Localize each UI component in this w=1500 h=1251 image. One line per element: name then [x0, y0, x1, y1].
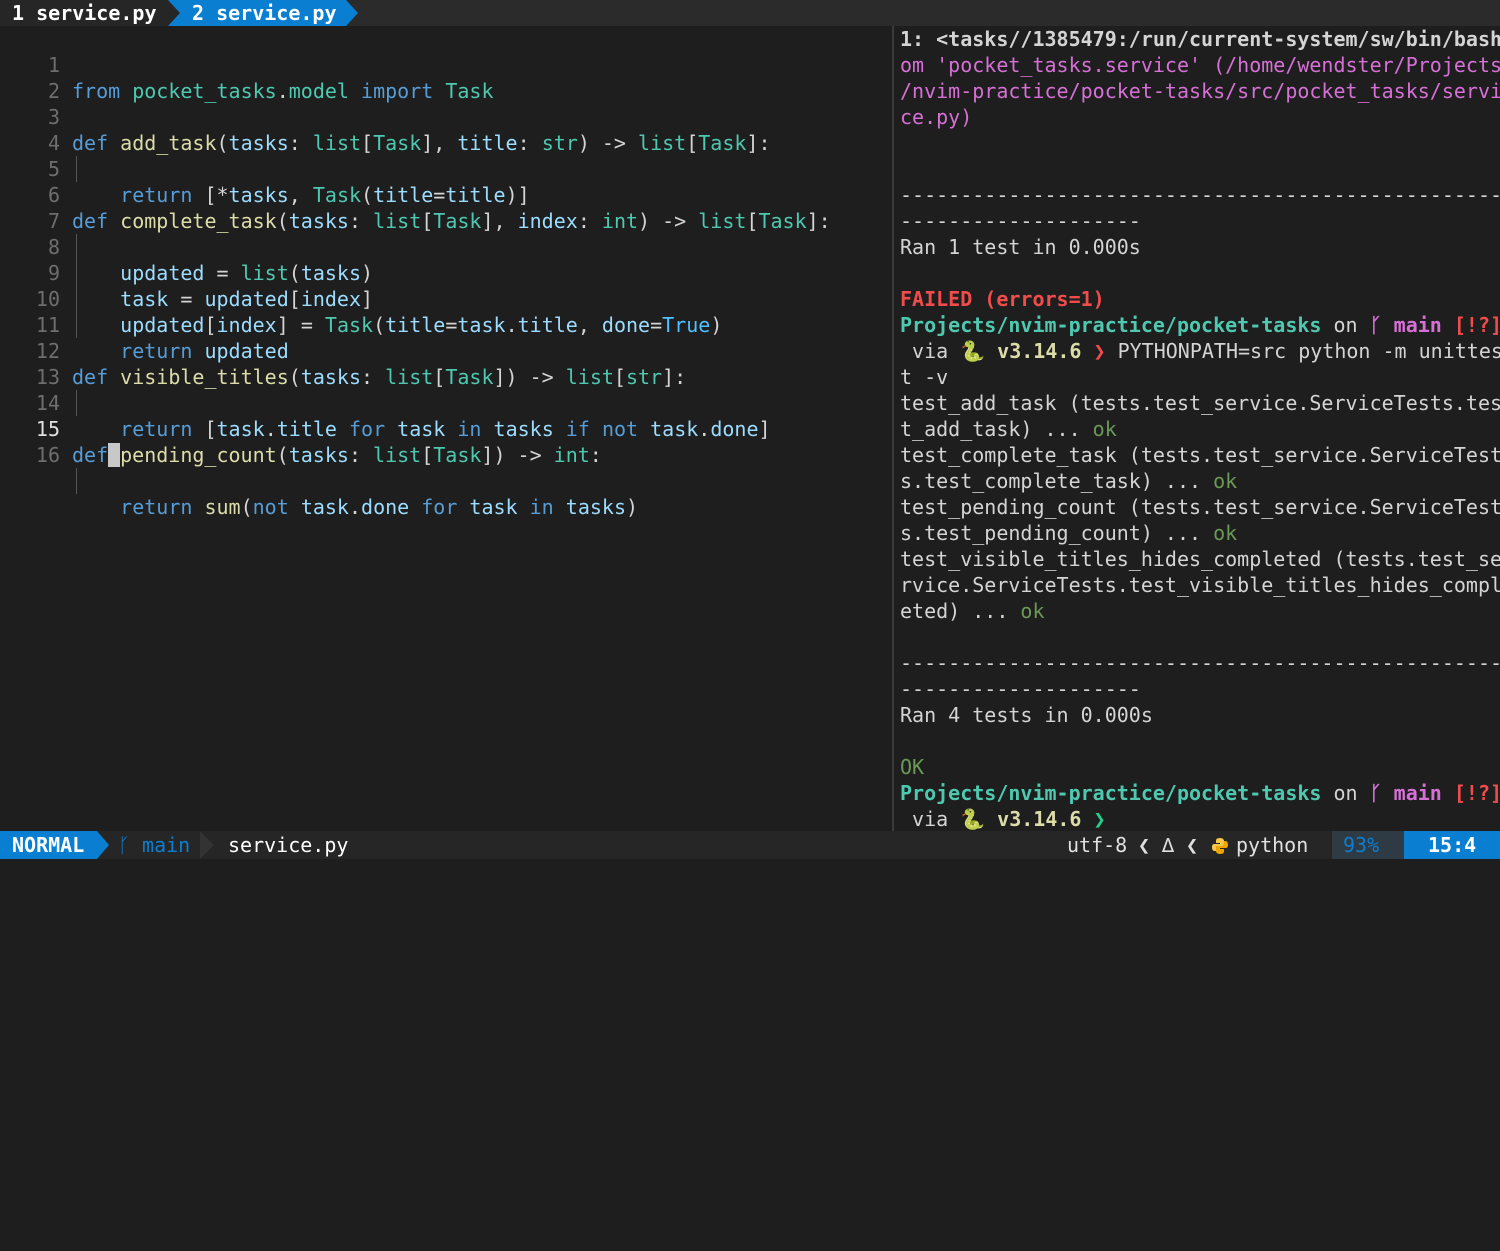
terminal-line: s.test_pending_count) ... ok	[900, 521, 1238, 545]
chevron-left-icon: ❮	[1138, 833, 1151, 857]
code-line[interactable]: 3 def add_task(tasks: list[Task], title:…	[0, 78, 771, 155]
indent-guide	[76, 156, 77, 182]
shell-prompt-command: via 🐍 v3.14.6 ❯	[900, 807, 1106, 831]
terminal-line: om 'pocket_tasks.service' (/home/wendste…	[900, 53, 1500, 77]
terminal-line: test_pending_count (tests.test_service.S…	[900, 495, 1500, 519]
cursor-position: 15:4	[1428, 833, 1477, 857]
terminal-title: 1: <tasks//1385479:/run/current-system/s…	[900, 27, 1500, 51]
terminal-separator: ----------------------------------------…	[900, 183, 1500, 207]
code-line[interactable]: 14	[0, 364, 60, 415]
terminal-line: test_visible_titles_hides_completed (tes…	[900, 547, 1500, 571]
code-line[interactable]: 4 return [*tasks, Task(title=title)]	[0, 104, 530, 207]
code-text: def complete_task(tasks: list[Task], ind…	[72, 209, 831, 233]
file-name: service.py	[228, 833, 349, 857]
terminal-pane[interactable]: 1: <tasks//1385479:/run/current-system/s…	[900, 26, 1500, 831]
indent-guide	[76, 286, 77, 312]
terminal-line: Ran 4 tests in 0.000s	[900, 703, 1153, 727]
code-line[interactable]: 8 task = updated[index]	[0, 208, 373, 311]
chevron-left-icon: ❮	[1186, 833, 1199, 857]
terminal-line: Ran 1 test in 0.000s	[900, 235, 1141, 259]
code-text: task = updated[index]	[120, 287, 374, 311]
terminal-line: t_add_task) ... ok	[900, 417, 1117, 441]
shell-prompt: Projects/nvim-practice/pocket-tasks on ᚴ…	[900, 313, 1500, 337]
code-line[interactable]: 9 updated[index] = Task(title=task.title…	[0, 234, 722, 337]
mode-indicator: NORMAL	[0, 831, 109, 859]
indent-guide	[76, 390, 77, 416]
statusline: NORMAL ᚴ main service.py utf-8 ❮ ∆ ❮ pyt…	[0, 831, 1500, 859]
code-text: return [*tasks, Task(title=title)]	[120, 183, 530, 207]
code-text: updated = list(tasks)	[120, 261, 374, 285]
terminal-separator: --------------------	[900, 209, 1141, 233]
snake-icon: 🐍	[960, 807, 986, 831]
shell-prompt: Projects/nvim-practice/pocket-tasks on ᚴ…	[900, 781, 1500, 805]
git-branch: ᚴ main	[118, 831, 190, 859]
file-type: python	[1236, 833, 1309, 857]
indent-guide	[76, 234, 77, 260]
terminal-line: t -v	[900, 365, 949, 389]
tab-2-active[interactable]: 2 service.py	[168, 0, 358, 26]
split-divider[interactable]	[892, 26, 894, 831]
code-line-current[interactable]: 15 def pending_count(tasks: list[Task]) -…	[0, 390, 602, 467]
code-text: def visible_titles(tasks: list[Task]) ->…	[72, 365, 687, 389]
terminal-line: rvice.ServiceTests.test_visible_titles_h…	[900, 573, 1500, 597]
tabline: 1 service.py 2 service.py	[0, 0, 1500, 26]
command-line[interactable]	[0, 859, 1500, 885]
code-text: return updated	[120, 339, 289, 363]
terminal-separator: ----------------------------------------…	[900, 651, 1500, 675]
code-line[interactable]: 5	[0, 130, 60, 181]
file-encoding: utf-8	[1067, 833, 1128, 857]
code-line[interactable]: 1 from pocket_tasks.model import Task	[0, 26, 494, 103]
code-text: updated[index] = Task(title=task.title, …	[120, 313, 723, 337]
linux-icon: ∆	[1162, 833, 1175, 857]
code-line[interactable]: 12 def visible_titles(tasks: list[Task])…	[0, 312, 686, 389]
snake-icon: 🐍	[960, 339, 986, 363]
terminal-line: ce.py)	[900, 105, 973, 129]
text-cursor	[108, 443, 121, 467]
tab-1[interactable]: 1 service.py	[0, 0, 168, 26]
shell-prompt-command: via 🐍 v3.14.6 ❯ PYTHONPATH=src python -m…	[900, 339, 1500, 363]
terminal-line: s.test_complete_task) ... ok	[900, 469, 1238, 493]
terminal-line: eted) ... ok	[900, 599, 1045, 623]
code-text: return sum(not task.done for task in tas…	[120, 495, 639, 519]
branch-name: main	[142, 833, 191, 857]
indent-guide	[76, 312, 77, 338]
code-text: return [task.title for task in tasks if …	[120, 417, 771, 441]
code-line[interactable]: 7 updated = list(tasks)	[0, 182, 373, 285]
code-line[interactable]: 10 return updated	[0, 260, 289, 363]
terminal-line: test_add_task (tests.test_service.Servic…	[900, 391, 1500, 415]
terminal-line: /nvim-practice/pocket-tasks/src/pocket_t…	[900, 79, 1500, 103]
separator-icon	[200, 831, 214, 859]
line-number: 16	[35, 443, 60, 467]
indent-guide	[76, 468, 77, 494]
terminal-separator: --------------------	[900, 677, 1141, 701]
code-text: from pocket_tasks.model import Task	[72, 79, 494, 103]
python-icon	[1212, 838, 1228, 854]
code-line[interactable]: 16 return sum(not task.done for task in …	[0, 416, 638, 519]
indent-guide	[76, 260, 77, 286]
code-line[interactable]: 2	[0, 52, 60, 103]
scroll-percent: 93%	[1343, 833, 1380, 857]
code-text: def pending_count(tasks: list[Task]) -> i…	[72, 443, 602, 467]
code-line[interactable]: 11	[0, 286, 60, 337]
test-failed-status: FAILED (errors=1)	[900, 287, 1105, 311]
terminal-line: test_complete_task (tests.test_service.S…	[900, 443, 1500, 467]
test-ok-status: OK	[900, 755, 925, 779]
code-line[interactable]: 13 return [task.title for task in tasks …	[0, 338, 771, 441]
code-line[interactable]: 6 def complete_task(tasks: list[Task], i…	[0, 156, 831, 233]
editor-pane[interactable]: 1 from pocket_tasks.model import Task 2 …	[0, 26, 892, 831]
code-text: def add_task(tasks: list[Task], title: s…	[72, 131, 771, 155]
git-branch-icon: ᚴ	[118, 833, 130, 857]
